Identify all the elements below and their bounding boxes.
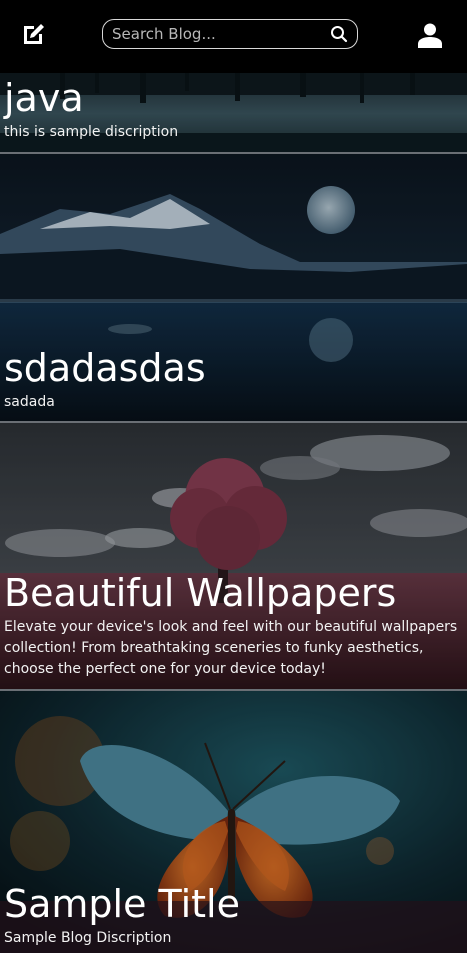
blog-card[interactable]: java this is sample discription	[0, 73, 467, 154]
card-description: this is sample discription	[4, 124, 179, 140]
card-title: Sample Title	[4, 882, 240, 927]
card-title: java	[4, 76, 84, 121]
top-app-bar	[0, 0, 467, 73]
user-icon	[418, 23, 442, 48]
blog-card[interactable]: sdadasdas sadada	[0, 154, 467, 423]
card-title: Beautiful Wallpapers	[4, 571, 397, 616]
search-input[interactable]	[112, 25, 322, 43]
card-text: Sample Title Sample Blog Discription	[4, 882, 461, 949]
card-description: sadada	[4, 394, 55, 410]
search-icon	[331, 26, 348, 43]
search-bar[interactable]	[102, 19, 358, 49]
card-text: java this is sample discription	[4, 76, 461, 143]
blog-feed: java this is sample discription sdadasda…	[0, 73, 467, 953]
card-title: sdadasdas	[4, 346, 206, 391]
profile-button[interactable]	[412, 17, 448, 53]
search-button[interactable]	[330, 25, 348, 43]
blog-card[interactable]: Beautiful Wallpapers Elevate your device…	[0, 423, 467, 691]
card-text: Beautiful Wallpapers Elevate your device…	[4, 571, 461, 680]
card-description: Sample Blog Discription	[4, 930, 172, 946]
card-description: Elevate your device's look and feel with…	[4, 619, 458, 677]
edit-square-icon	[24, 24, 44, 44]
new-post-button[interactable]	[17, 19, 49, 51]
blog-card[interactable]: Sample Title Sample Blog Discription	[0, 691, 467, 953]
card-text: sdadasdas sadada	[4, 346, 461, 413]
